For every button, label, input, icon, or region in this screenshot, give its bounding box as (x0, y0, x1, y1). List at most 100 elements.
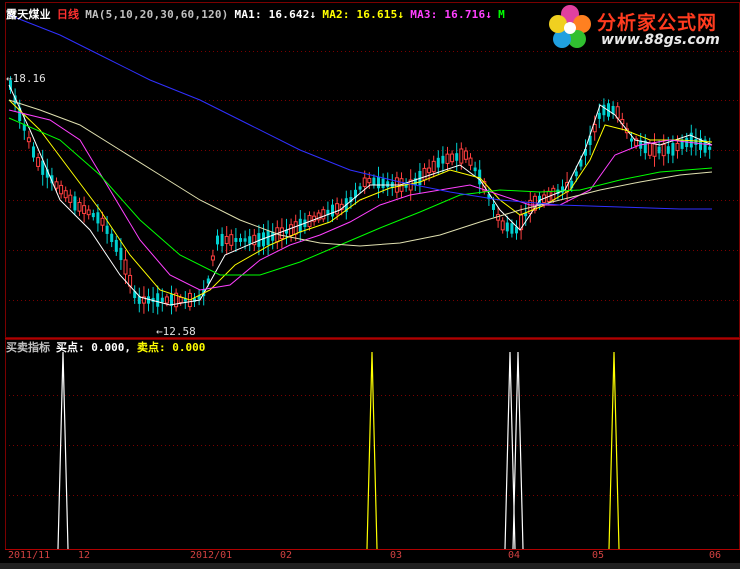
candle-body (123, 259, 128, 275)
candle-body (675, 142, 680, 152)
candle-body (647, 142, 652, 156)
candle-body (630, 138, 633, 142)
indicator-signals (57, 351, 620, 550)
candle-body (229, 234, 234, 246)
candle-body (210, 255, 215, 261)
candle-body (671, 143, 675, 156)
ma1-value: MA1: 16.642↓ (234, 8, 317, 21)
candle-body (293, 221, 298, 235)
ma3-value: MA3: 16.716↓ (410, 8, 493, 21)
indicator-name: 买卖指标 (6, 341, 50, 354)
candle-body (505, 222, 509, 232)
candle-body (422, 167, 427, 181)
candle-body (459, 148, 464, 164)
ma4-value: M (498, 8, 505, 21)
flower-logo-icon (549, 5, 591, 48)
indicator-header: 买卖指标 买点: 0.000, 卖点: 0.000 (6, 339, 211, 355)
candle-body (82, 205, 87, 214)
moving-average-lines (8, 14, 713, 306)
candle-body (657, 146, 661, 154)
candle-body (156, 293, 160, 307)
candle-body (335, 203, 340, 215)
candle-body (239, 238, 242, 242)
time-label: 02 (280, 550, 293, 561)
candle-body (160, 297, 164, 303)
candle-body (574, 171, 578, 177)
ma-params: MA(5,10,20,30,60,120) (85, 8, 229, 21)
candle-body (63, 190, 68, 199)
signal-spike (366, 351, 378, 550)
candle-body (463, 150, 468, 160)
candle-body (427, 167, 432, 174)
candle-body (164, 296, 169, 304)
candle-body (96, 212, 100, 224)
candle-body (73, 196, 77, 211)
grid (5, 2, 740, 550)
candle-body (708, 146, 712, 150)
candle-body (59, 184, 64, 195)
candle-body (68, 194, 73, 203)
candle-body (170, 294, 173, 306)
candle-body (36, 157, 41, 167)
candle-body (243, 238, 247, 242)
time-label: 12 (78, 550, 91, 561)
candle-body (32, 146, 35, 158)
candle-body (441, 155, 445, 164)
candle-body (500, 220, 505, 231)
candle-body (358, 186, 362, 190)
candle-body (372, 177, 376, 186)
candle-body (26, 137, 31, 143)
time-label: 05 (592, 550, 605, 561)
candle-body (694, 139, 698, 145)
candle-body (492, 204, 495, 210)
signal-spike (57, 351, 69, 550)
candle-body (321, 209, 326, 220)
candle-body (367, 177, 372, 184)
ma-line-1 (8, 84, 713, 306)
sell-value: 卖点: 0.000 (136, 341, 206, 354)
ma2-value: MA2: 16.615↓ (322, 8, 405, 21)
ma-line-2 (8, 99, 713, 301)
time-label: 04 (508, 550, 521, 561)
candle-body (450, 153, 455, 163)
candle-body (224, 235, 229, 245)
candle-body (220, 233, 224, 247)
candle-body (377, 176, 380, 189)
candle-body (216, 235, 219, 245)
kline-chart[interactable] (0, 0, 740, 569)
candle-body (86, 209, 91, 216)
candle-body (91, 213, 95, 218)
candle-body (114, 239, 118, 252)
candle-body (362, 177, 367, 187)
candle-body (178, 296, 183, 304)
candle-body (431, 160, 436, 173)
high-price-label: ←18.16 (6, 72, 46, 85)
indicator-tab-bar[interactable] (0, 563, 740, 569)
candle-body (234, 238, 238, 242)
candle-body (381, 178, 385, 189)
candle-body (54, 181, 59, 189)
buy-value: 买点: 0.000, (56, 341, 131, 354)
candle-body (279, 227, 284, 240)
candle-body (652, 143, 657, 157)
logo-url: www.88gs.com (601, 32, 720, 48)
candle-body (597, 112, 601, 119)
watermark-logo: 分析家公式网 www.88gs.com (545, 2, 740, 52)
candle-body (445, 153, 450, 164)
candle-body (100, 217, 105, 226)
candle-body (386, 181, 390, 188)
candlesticks (9, 76, 712, 315)
candle-body (77, 201, 82, 212)
time-label: 03 (390, 550, 403, 561)
time-label: 06 (709, 550, 722, 561)
candle-body (473, 167, 477, 172)
candle-body (436, 157, 440, 168)
period-label[interactable]: 日线 (57, 8, 79, 21)
candle-body (119, 247, 123, 261)
candle-body (110, 233, 114, 242)
candle-body (105, 225, 109, 234)
time-label: 2011/11 (8, 550, 51, 561)
candle-body (331, 204, 334, 217)
candle-body (468, 157, 473, 166)
candle-body (661, 143, 666, 157)
